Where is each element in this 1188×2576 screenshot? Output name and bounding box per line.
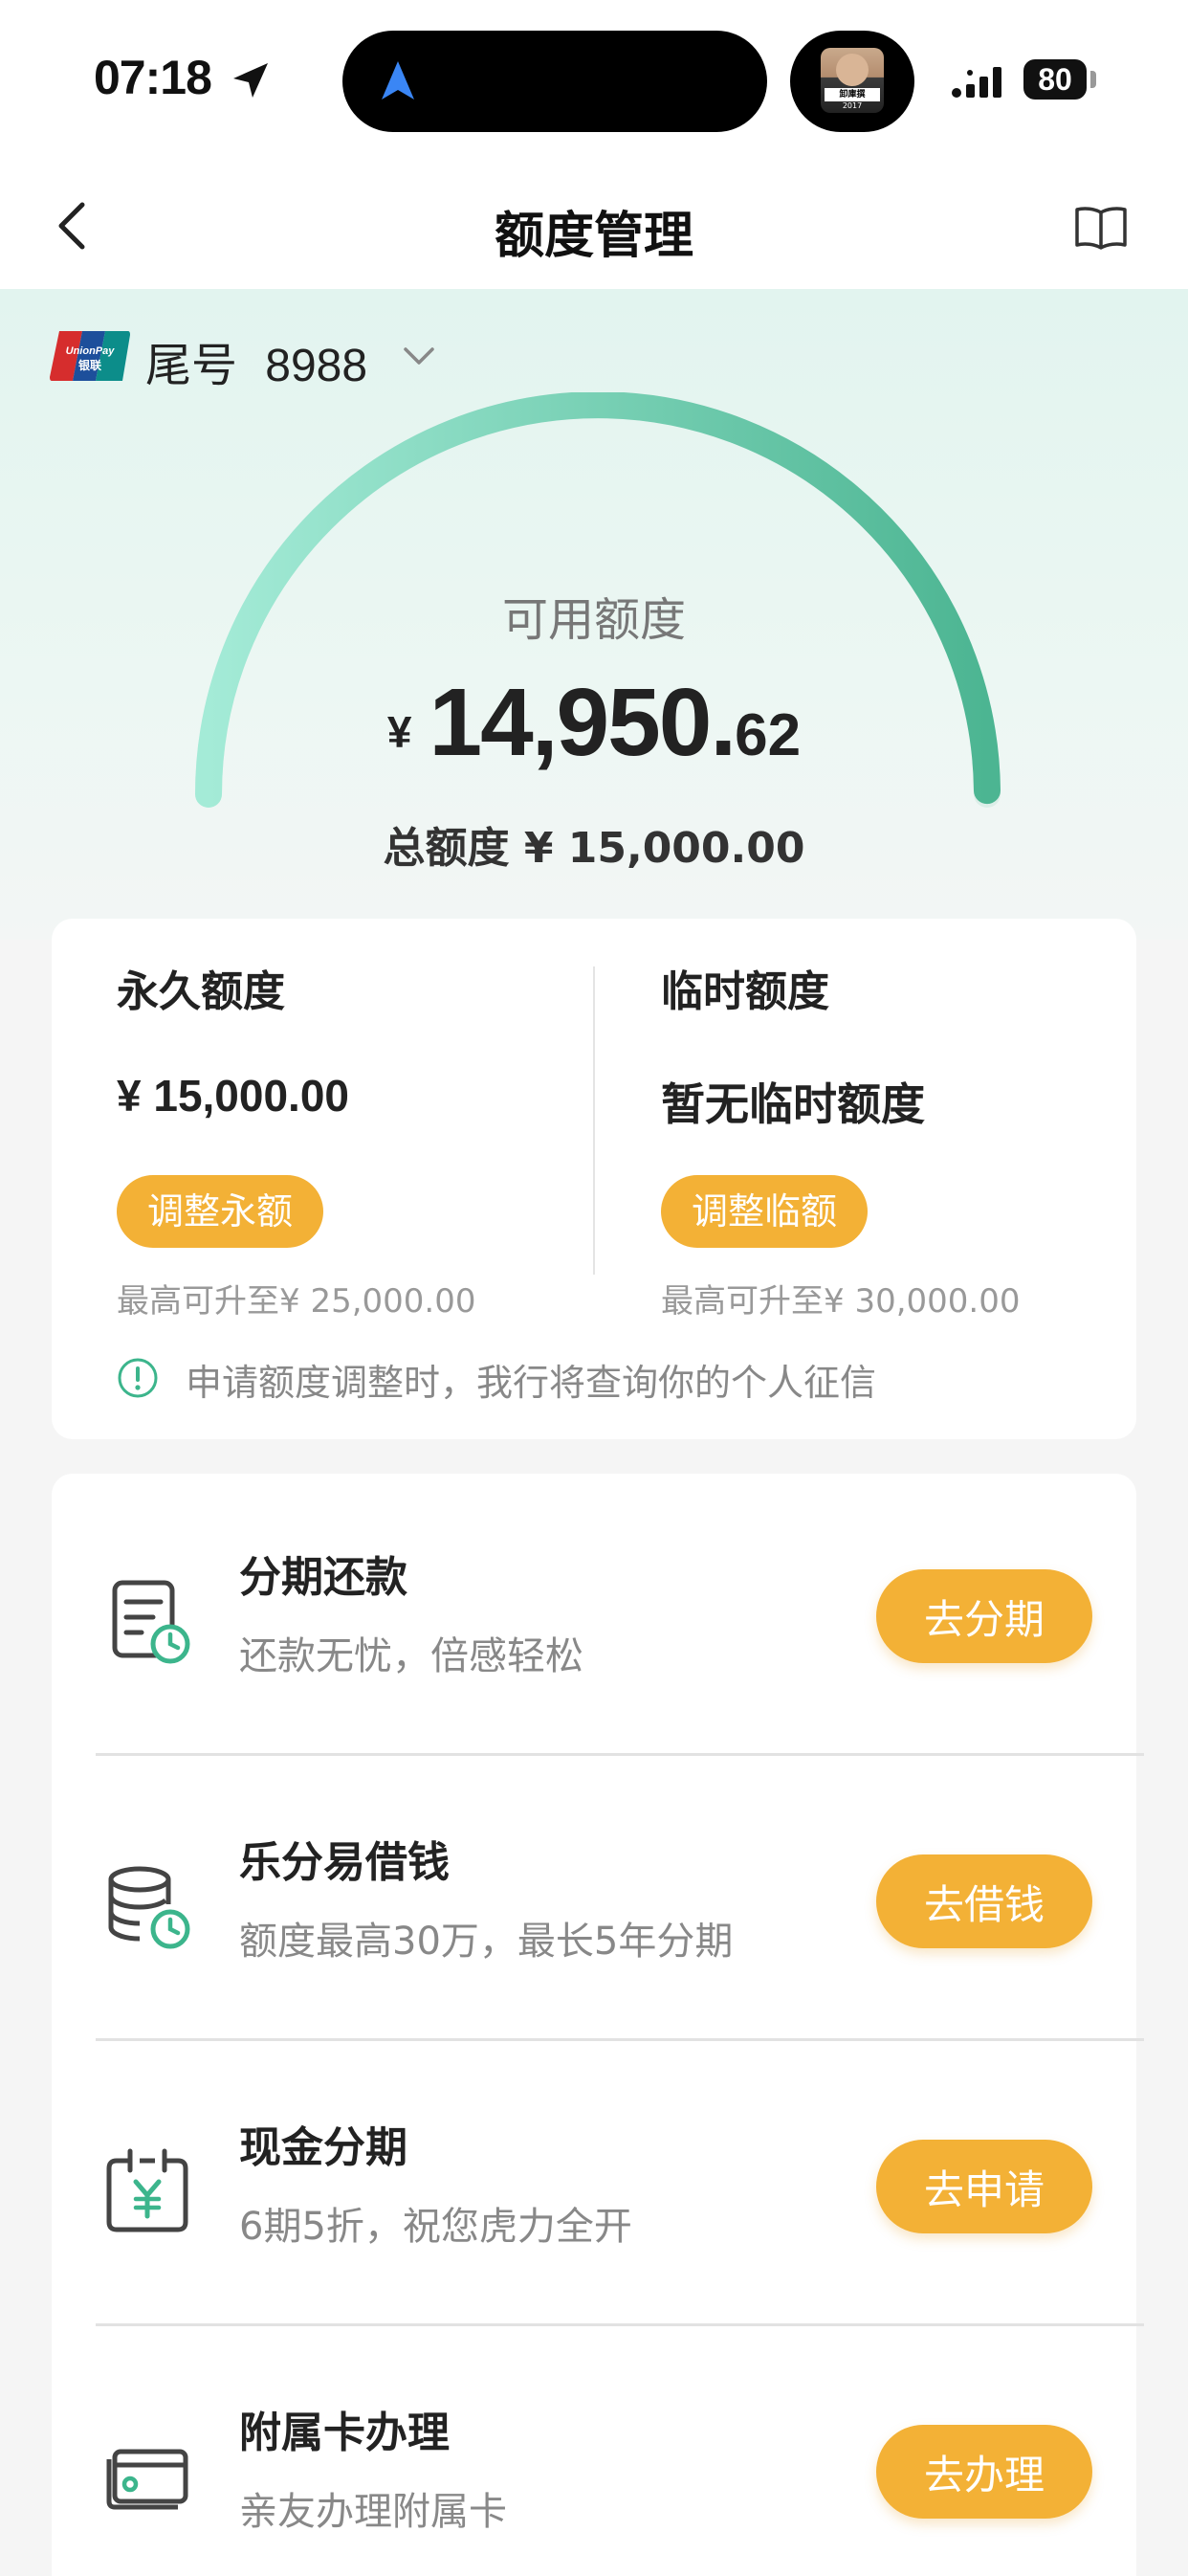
svg-text:UnionPay: UnionPay	[66, 345, 116, 357]
page-title: 额度管理	[494, 208, 693, 265]
island-media[interactable]: 卸庫撰 2017	[790, 31, 914, 132]
limits-divider	[593, 966, 595, 1275]
total-limit: 总额度 ¥ 15,000.00	[383, 824, 805, 873]
calendar-yuan-icon	[106, 2148, 188, 2232]
service-subtitle: 还款无忧，倍感轻松	[239, 1634, 583, 1678]
limits-card: 永久额度 ¥ 15,000.00 调整永额 最高可升至¥ 25,000.00 临…	[52, 919, 1136, 1439]
available-integer: 14,950.	[429, 669, 737, 776]
services-card: 分期还款 还款无忧，倍感轻松 去分期 乐分易借钱 额度最高30万，最长5年分期 …	[52, 1474, 1144, 2576]
card-suffix-label: 尾号	[145, 339, 238, 392]
battery-icon: 80	[1023, 59, 1087, 100]
temporary-limit-max: 最高可升至¥ 30,000.00	[661, 1282, 1021, 1321]
divider	[96, 1753, 1144, 1756]
adjust-temporary-button[interactable]: 调整临额	[661, 1175, 869, 1248]
album-art-year: 2017	[842, 101, 863, 110]
status-bar: 07:18 卸庫撰 2017 80	[0, 0, 1188, 161]
permanent-limit: 永久额度 ¥ 15,000.00 调整永额 最高可升至¥ 25,000.00	[117, 919, 614, 1340]
battery-tip	[1090, 71, 1096, 88]
service-cash-installment[interactable]: 现金分期 6期5折，祝您虎力全开 去申请	[52, 2044, 1144, 2329]
card-suffix: 尾号 8988	[145, 327, 367, 394]
service-title: 分期还款	[239, 1553, 407, 1602]
service-subtitle: 亲友办理附属卡	[239, 2490, 507, 2534]
nav-bar: 额度管理	[0, 161, 1188, 289]
chevron-down-icon	[404, 347, 434, 365]
temporary-limit-title: 临时额度	[661, 967, 829, 1016]
service-title: 附属卡办理	[239, 2409, 450, 2457]
permanent-limit-value: ¥ 15,000.00	[117, 1071, 350, 1121]
go-handle-button[interactable]: 去办理	[876, 2425, 1092, 2519]
go-apply-button[interactable]: 去申请	[876, 2140, 1092, 2233]
signal-icon	[952, 67, 1001, 98]
permanent-limit-max: 最高可升至¥ 25,000.00	[117, 1282, 476, 1321]
album-art: 卸庫撰 2017	[821, 48, 884, 113]
available-decimal: 62	[735, 702, 802, 768]
temporary-limit-value: 暂无临时额度	[661, 1078, 925, 1130]
unionpay-logo: UnionPay 银联	[50, 331, 130, 381]
book-icon[interactable]	[1073, 203, 1129, 251]
notice-text: 申请额度调整时，我行将查询你的个人征信	[186, 1362, 877, 1404]
go-borrow-button[interactable]: 去借钱	[876, 1854, 1092, 1948]
service-installment-repay[interactable]: 分期还款 还款无忧，倍感轻松 去分期	[52, 1474, 1144, 1759]
service-loan[interactable]: 乐分易借钱 额度最高30万，最长5年分期 去借钱	[52, 1759, 1144, 2044]
coins-clock-icon	[108, 1866, 190, 1949]
svg-text:银联: 银联	[78, 358, 101, 372]
service-title: 现金分期	[239, 2123, 407, 2172]
service-subtitle: 6期5折，祝您虎力全开	[239, 2205, 632, 2249]
navigation-icon	[382, 61, 414, 100]
bill-clock-icon	[112, 1580, 190, 1664]
available-currency: ¥	[386, 707, 412, 757]
go-installment-button[interactable]: 去分期	[876, 1569, 1092, 1663]
info-circle-icon	[118, 1358, 158, 1398]
divider	[96, 2038, 1144, 2041]
divider	[96, 2323, 1144, 2326]
adjust-permanent-button[interactable]: 调整永额	[117, 1175, 324, 1248]
album-art-tag: 卸庫撰	[825, 88, 880, 101]
credit-hero: UnionPay 银联 尾号 8988 可用额度 ¥14,950.62 总额度 …	[0, 289, 1188, 940]
service-subtitle: 额度最高30万，最长5年分期	[239, 1920, 734, 1964]
temporary-limit: 临时额度 暂无临时额度 调整临额 最高可升至¥ 30,000.00	[661, 919, 1158, 1340]
location-arrow-icon	[233, 63, 268, 98]
service-title: 乐分易借钱	[239, 1838, 450, 1887]
status-time: 07:18	[94, 51, 212, 104]
card-icon	[106, 2449, 188, 2510]
card-number: 8988	[265, 341, 368, 391]
dynamic-island[interactable]	[342, 31, 767, 132]
available-amount: ¥14,950.62	[0, 668, 1188, 778]
service-supplementary-card[interactable]: 附属卡办理 亲友办理附属卡 去办理	[52, 2329, 1136, 2576]
available-label: 可用额度	[501, 593, 686, 647]
permanent-limit-title: 永久额度	[117, 967, 285, 1016]
